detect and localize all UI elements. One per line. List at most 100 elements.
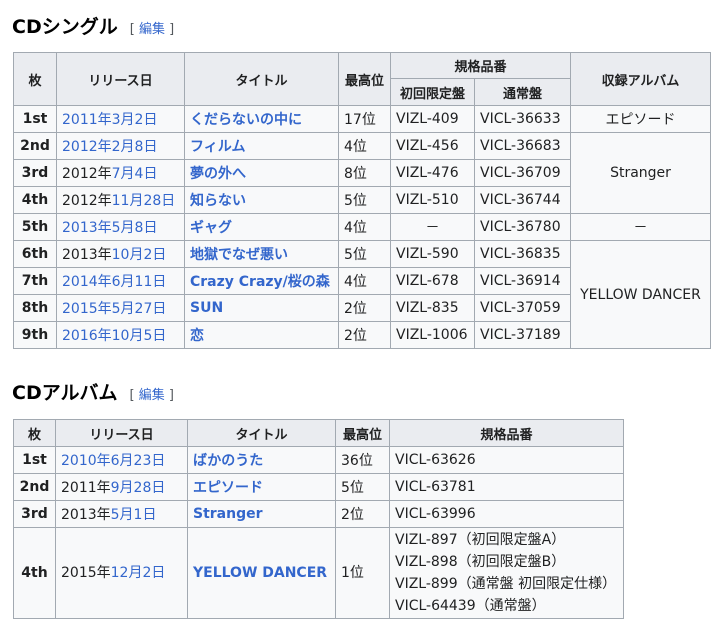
col-header-album: 収録アルバム (570, 52, 711, 106)
release-date-link[interactable]: 12月2日 (111, 565, 166, 581)
release-year: 2012年 (62, 193, 112, 209)
release-number: 1st (13, 105, 57, 133)
title-link[interactable]: 知らない (190, 193, 246, 209)
regular-catalog: VICL-37059 (474, 294, 571, 322)
title-link[interactable]: フィルム (190, 139, 245, 155)
catalog-cell: VIZL-897（初回限定盤A） VIZL-898（初回限定盤B） VIZL-899… (389, 527, 624, 619)
title-link[interactable]: 恋 (190, 328, 204, 344)
table-row: 1st 2011年3月2日 くだらないの中に 17位 VIZL-409 VICL-3663… (13, 105, 711, 133)
regular-catalog: VICL-36835 (474, 240, 571, 268)
title-cell: エピソード (187, 473, 336, 501)
release-date-link[interactable]: 11月28日 (112, 193, 176, 209)
release-date-cell: 2011年9月28日 (55, 473, 188, 501)
catalog-cell: VICL-63996 (389, 500, 624, 528)
release-date-link[interactable]: 2012年2月8日 (62, 139, 157, 155)
title-cell: 地獄でなぜ悪い (184, 240, 339, 268)
title-link[interactable]: 夢の外へ (190, 166, 246, 182)
limited-catalog: VIZL-456 (390, 132, 475, 160)
release-number: 3rd (13, 500, 56, 528)
release-date-cell: 2015年5月27日 (56, 294, 185, 322)
col-header-peak: 最高位 (338, 52, 391, 106)
release-year: 2013年 (62, 247, 112, 263)
title-link[interactable]: ギャグ (190, 220, 232, 236)
release-date-cell: 2013年10月2日 (56, 240, 185, 268)
table-row: 5th 2013年5月8日 ギャグ 4位－ VICL-36780 － (13, 213, 711, 241)
col-header-num: 枚 (13, 419, 56, 447)
regular-catalog: VICL-36744 (474, 186, 571, 214)
limited-catalog: VIZL-409 (390, 105, 475, 133)
title-link[interactable]: YELLOW DANCER (193, 565, 327, 581)
regular-catalog: VICL-36709 (474, 159, 571, 187)
peak-position: 5位 (335, 473, 390, 501)
singles-table: 枚 リリース日 タイトル 最高位 規格品番 収録アルバム 初回限定盤 通常盤 1… (13, 52, 711, 349)
peak-position: 17位 (338, 105, 391, 133)
release-number: 6th (13, 240, 57, 268)
title-cell: 夢の外へ (184, 159, 339, 187)
catalog-number: VICL-64439（通常盤） (395, 598, 546, 614)
limited-catalog: VIZL-510 (390, 186, 475, 214)
release-date-link[interactable]: 10月2日 (112, 247, 167, 263)
catalog-number: VICL-63626 (395, 452, 476, 468)
release-year: 2015年 (61, 565, 111, 581)
peak-position: 5位 (338, 240, 391, 268)
col-header-catalog: 規格品番 (389, 419, 624, 447)
title-cell: SUN (184, 294, 339, 322)
regular-catalog: VICL-36633 (474, 105, 571, 133)
release-date-link[interactable]: 2011年3月2日 (62, 112, 157, 128)
singles-edit-link[interactable]: 編集 (139, 22, 165, 37)
catalog-number: VIZL-897（初回限定盤A） (395, 532, 566, 548)
release-date-link[interactable]: 7月4日 (112, 166, 158, 182)
title-link[interactable]: ばかのうた (193, 453, 263, 469)
album-cell: Stranger (570, 132, 711, 214)
release-date-cell: 2014年6月11日 (56, 267, 185, 295)
limited-catalog: VIZL-476 (390, 159, 475, 187)
release-date-link[interactable]: 2010年6月23日 (61, 453, 165, 469)
release-date-cell: 2016年10月5日 (56, 321, 185, 349)
title-link[interactable]: SUN (190, 300, 223, 316)
regular-catalog: VICL-36683 (474, 132, 571, 160)
peak-position: 4位 (338, 267, 391, 295)
catalog-number: VICL-63996 (395, 506, 476, 522)
album-cell: エピソード (570, 105, 711, 133)
catalog-number: VICL-63781 (395, 479, 476, 495)
release-number: 2nd (13, 473, 56, 501)
title-link[interactable]: Stranger (193, 506, 263, 522)
table-row: 6th 2013年10月2日 地獄でなぜ悪い 5位 VIZL-590 VICL-36835… (13, 240, 711, 349)
release-number: 4th (13, 527, 56, 619)
release-date-link[interactable]: 2015年5月27日 (62, 301, 166, 317)
col-header-num: 枚 (13, 52, 57, 106)
title-cell: フィルム (184, 132, 339, 160)
title-link[interactable]: Crazy Crazy/桜の森 (190, 274, 330, 290)
limited-catalog: VIZL-835 (390, 294, 475, 322)
peak-position: 1位 (335, 527, 390, 619)
release-date-link[interactable]: 2013年5月8日 (62, 220, 157, 236)
col-header-peak: 最高位 (335, 419, 390, 447)
table-row: 3rd 2013年5月1日 Stranger 2位 VICL-63996 (13, 500, 624, 528)
limited-catalog: VIZL-1006 (390, 321, 475, 349)
title-link[interactable]: くだらないの中に (190, 112, 302, 128)
albums-heading: CDアルバム[ 編集 ] (12, 382, 174, 404)
release-date-link[interactable]: 2014年6月11日 (62, 274, 166, 290)
catalog-cell: VICL-63781 (389, 473, 624, 501)
release-date-link[interactable]: 2016年10月5日 (62, 328, 166, 344)
table-row: 2nd 2011年9月28日 エピソード 5位 VICL-63781 (13, 473, 624, 501)
regular-catalog: VICL-37189 (474, 321, 571, 349)
col-header-title: タイトル (184, 52, 339, 106)
release-date-link[interactable]: 5月1日 (111, 507, 157, 523)
title-link[interactable]: 地獄でなぜ悪い (190, 247, 288, 263)
title-link[interactable]: エピソード (193, 480, 263, 496)
limited-catalog: VIZL-678 (390, 267, 475, 295)
col-header-limited: 初回限定盤 (390, 78, 475, 106)
limited-catalog: VIZL-590 (390, 240, 475, 268)
release-date-cell: 2013年5月8日 (56, 213, 185, 241)
release-number: 8th (13, 294, 57, 322)
release-date-link[interactable]: 9月28日 (111, 480, 166, 496)
title-cell: ギャグ (184, 213, 339, 241)
col-header-date: リリース日 (55, 419, 188, 447)
col-header-catalog: 規格品番 (390, 52, 571, 79)
peak-position: 8位 (338, 159, 391, 187)
albums-table: 枚 リリース日 タイトル 最高位 規格品番 1st 2010年6月23日 ばかのうた… (13, 419, 624, 619)
albums-edit-link[interactable]: 編集 (139, 388, 165, 403)
peak-position: 4位 (338, 213, 391, 241)
release-date-cell: 2015年12月2日 (55, 527, 188, 619)
